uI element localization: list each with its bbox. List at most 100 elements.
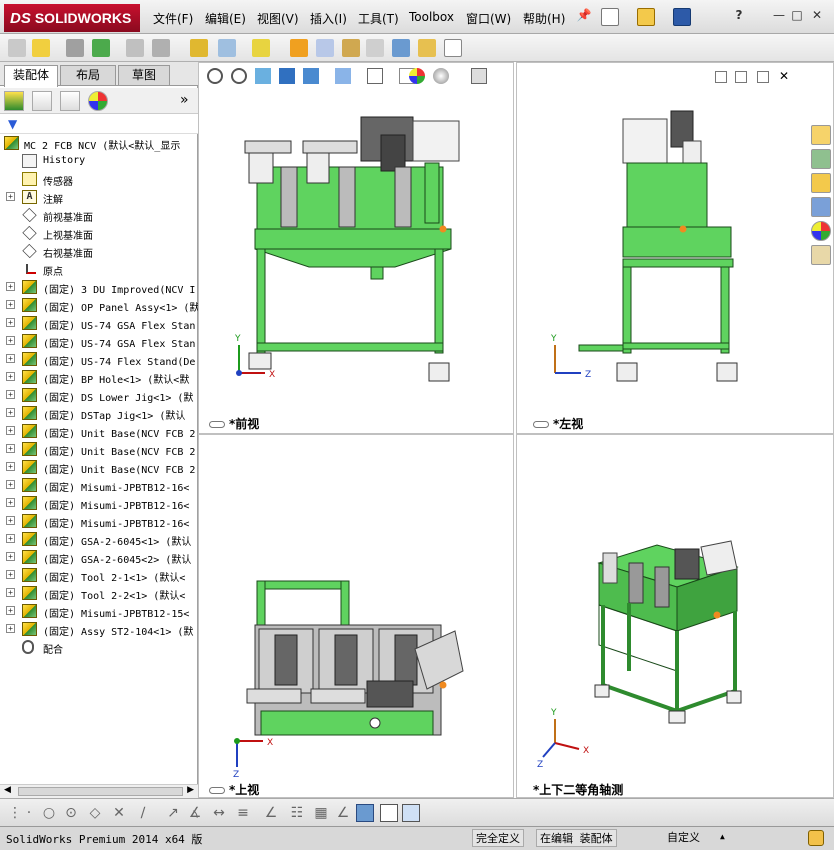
circle-icon[interactable]: ○ xyxy=(40,804,58,822)
close-icon[interactable]: ✕ xyxy=(808,6,826,24)
viewport-front[interactable]: Y X *前视 xyxy=(198,62,514,434)
appearances-icon[interactable] xyxy=(811,221,831,241)
viewport-top[interactable]: X Z *上视 xyxy=(198,434,514,798)
clearance-icon[interactable] xyxy=(392,39,410,57)
mate-icon[interactable] xyxy=(66,39,84,57)
expand-icon[interactable]: + xyxy=(6,606,15,615)
tree-item[interactable]: + (固定) US-74 Flex Stand(De xyxy=(0,350,198,368)
mirror-icon[interactable]: ↔ xyxy=(210,804,228,822)
show-hidden-icon[interactable] xyxy=(190,39,208,57)
menu-edit[interactable]: 编辑(E) xyxy=(205,10,246,27)
tree-item[interactable]: + A 注解 xyxy=(0,188,198,206)
tree-item[interactable]: + (固定) Unit Base(NCV FCB 2 xyxy=(0,422,198,440)
interference-icon[interactable] xyxy=(366,39,384,57)
horizontal-scrollbar[interactable]: ◀ ▶ xyxy=(0,784,198,798)
tree-item[interactable]: + (固定) US-74 GSA Flex Stan xyxy=(0,314,198,332)
tree-item[interactable]: + (固定) GSA-2-6045<2> (默认 xyxy=(0,548,198,566)
tree-item[interactable]: + (固定) Tool 2-1<1> (默认< xyxy=(0,566,198,584)
help-icon[interactable]: ? xyxy=(730,6,748,24)
bill-of-materials-icon[interactable] xyxy=(290,39,308,57)
tab-sketch[interactable]: 草图 xyxy=(118,65,170,85)
expand-icon[interactable]: + xyxy=(6,498,15,507)
solidworks-resources-icon[interactable] xyxy=(811,125,831,145)
tree-item[interactable]: + (固定) Misumi-JPBTB12-16< xyxy=(0,476,198,494)
tree-item[interactable]: + (固定) Unit Base(NCV FCB 2 xyxy=(0,458,198,476)
centerpoint-icon[interactable]: ⊙ xyxy=(62,804,80,822)
menu-tools[interactable]: 工具(T) xyxy=(358,10,399,27)
hole-alignment-icon[interactable] xyxy=(418,39,436,57)
expand-more-icon[interactable]: » xyxy=(180,92,189,108)
expand-icon[interactable]: + xyxy=(6,534,15,543)
menu-insert[interactable]: 插入(I) xyxy=(310,10,347,27)
graphics-area[interactable]: Y X *前视 ✕ Y Z *左视 X Z *上视 Y X Z *上下二等角轴测 xyxy=(198,62,834,798)
expand-icon[interactable]: + xyxy=(6,516,15,525)
four-view-icon[interactable] xyxy=(402,804,420,822)
move-component-icon[interactable] xyxy=(152,39,170,57)
expand-icon[interactable]: + xyxy=(6,282,15,291)
tree-item[interactable]: 配合 xyxy=(0,638,198,656)
grid-icon[interactable]: ☷ xyxy=(288,804,306,822)
menu-window[interactable]: 窗口(W) xyxy=(466,10,511,27)
expand-icon[interactable]: + xyxy=(6,408,15,417)
point-icon[interactable]: · xyxy=(20,804,38,822)
sketch-icon[interactable]: ∠ xyxy=(262,804,280,822)
tree-item[interactable]: + (固定) Misumi-JPBTB12-15< xyxy=(0,602,198,620)
expand-icon[interactable]: + xyxy=(6,480,15,489)
expand-icon[interactable]: + xyxy=(6,444,15,453)
displaymanager-icon[interactable] xyxy=(88,91,108,111)
tree-item[interactable]: + (固定) OP Panel Assy<1> (默 xyxy=(0,296,198,314)
line-icon[interactable]: ∕ xyxy=(134,804,152,822)
notification-icon[interactable] xyxy=(808,830,824,846)
explode-line-icon[interactable] xyxy=(342,39,360,57)
table-icon[interactable]: ▦ xyxy=(312,804,330,822)
single-view-icon[interactable] xyxy=(380,804,398,822)
exploded-view-icon[interactable] xyxy=(316,39,334,57)
menu-help[interactable]: 帮助(H) xyxy=(523,10,565,27)
viewport-isometric[interactable]: Y X Z *上下二等角轴测 xyxy=(516,434,834,798)
viewport-left[interactable]: ✕ Y Z *左视 xyxy=(516,62,834,434)
tree-item[interactable]: + (固定) Misumi-JPBTB12-16< xyxy=(0,494,198,512)
smart-dimension-icon[interactable]: ↗ xyxy=(164,804,182,822)
smart-fasteners-icon[interactable] xyxy=(126,39,144,57)
tree-item[interactable]: 传感器 xyxy=(0,170,198,188)
expand-icon[interactable]: + xyxy=(6,588,15,597)
tree-item[interactable]: History xyxy=(0,152,198,170)
tree-item[interactable]: + (固定) DS Lower Jig<1> (默 xyxy=(0,386,198,404)
tree-item[interactable]: 前视基准面 xyxy=(0,206,198,224)
scroll-right-icon[interactable]: ▶ xyxy=(187,785,194,795)
solidworks-logo[interactable]: DS SOLIDWORKS xyxy=(4,4,140,32)
tree-item[interactable]: MC 2 FCB NCV (默认<默认_显示 xyxy=(0,134,198,152)
restore-icon[interactable]: □ xyxy=(788,6,806,24)
tree-item[interactable]: + (固定) Misumi-JPBTB12-16< xyxy=(0,512,198,530)
angle-icon[interactable]: ∠ xyxy=(334,804,352,822)
expand-icon[interactable]: + xyxy=(6,624,15,633)
relation-icon[interactable]: ∡ xyxy=(186,804,204,822)
design-library-icon[interactable] xyxy=(811,149,831,169)
expand-icon[interactable]: + xyxy=(6,390,15,399)
scroll-left-icon[interactable]: ◀ xyxy=(4,785,11,795)
menu-file[interactable]: 文件(F) xyxy=(153,10,193,27)
save-icon[interactable] xyxy=(673,8,691,26)
assembly-features-icon[interactable] xyxy=(218,39,236,57)
expand-icon[interactable]: + xyxy=(6,354,15,363)
tree-item[interactable]: + (固定) DSTap Jig<1> (默认 xyxy=(0,404,198,422)
linear-pattern-icon[interactable] xyxy=(92,39,110,57)
view-palette-icon[interactable] xyxy=(811,197,831,217)
expand-icon[interactable]: + xyxy=(6,570,15,579)
menu-view[interactable]: 视图(V) xyxy=(257,10,299,27)
view-cube-icon[interactable] xyxy=(356,804,374,822)
featuremanager-icon[interactable] xyxy=(4,91,24,111)
new-document-icon[interactable] xyxy=(601,8,619,26)
expand-icon[interactable]: + xyxy=(6,192,15,201)
custom-properties-icon[interactable] xyxy=(811,245,831,265)
units-custom[interactable]: 自定义 xyxy=(664,829,703,847)
insert-component-icon[interactable] xyxy=(32,39,50,57)
tree-item[interactable]: + (固定) Assy ST2-104<1> (默 xyxy=(0,620,198,638)
tab-layout[interactable]: 布局 xyxy=(60,65,116,85)
units-dropdown-icon[interactable]: ▲ xyxy=(720,832,725,841)
polygon-icon[interactable]: ◇ xyxy=(86,804,104,822)
assembly-icon[interactable] xyxy=(8,39,26,57)
tree-item[interactable]: + (固定) US-74 GSA Flex Stan xyxy=(0,332,198,350)
offset-icon[interactable]: ≡ xyxy=(234,804,252,822)
scroll-thumb[interactable] xyxy=(18,787,183,796)
